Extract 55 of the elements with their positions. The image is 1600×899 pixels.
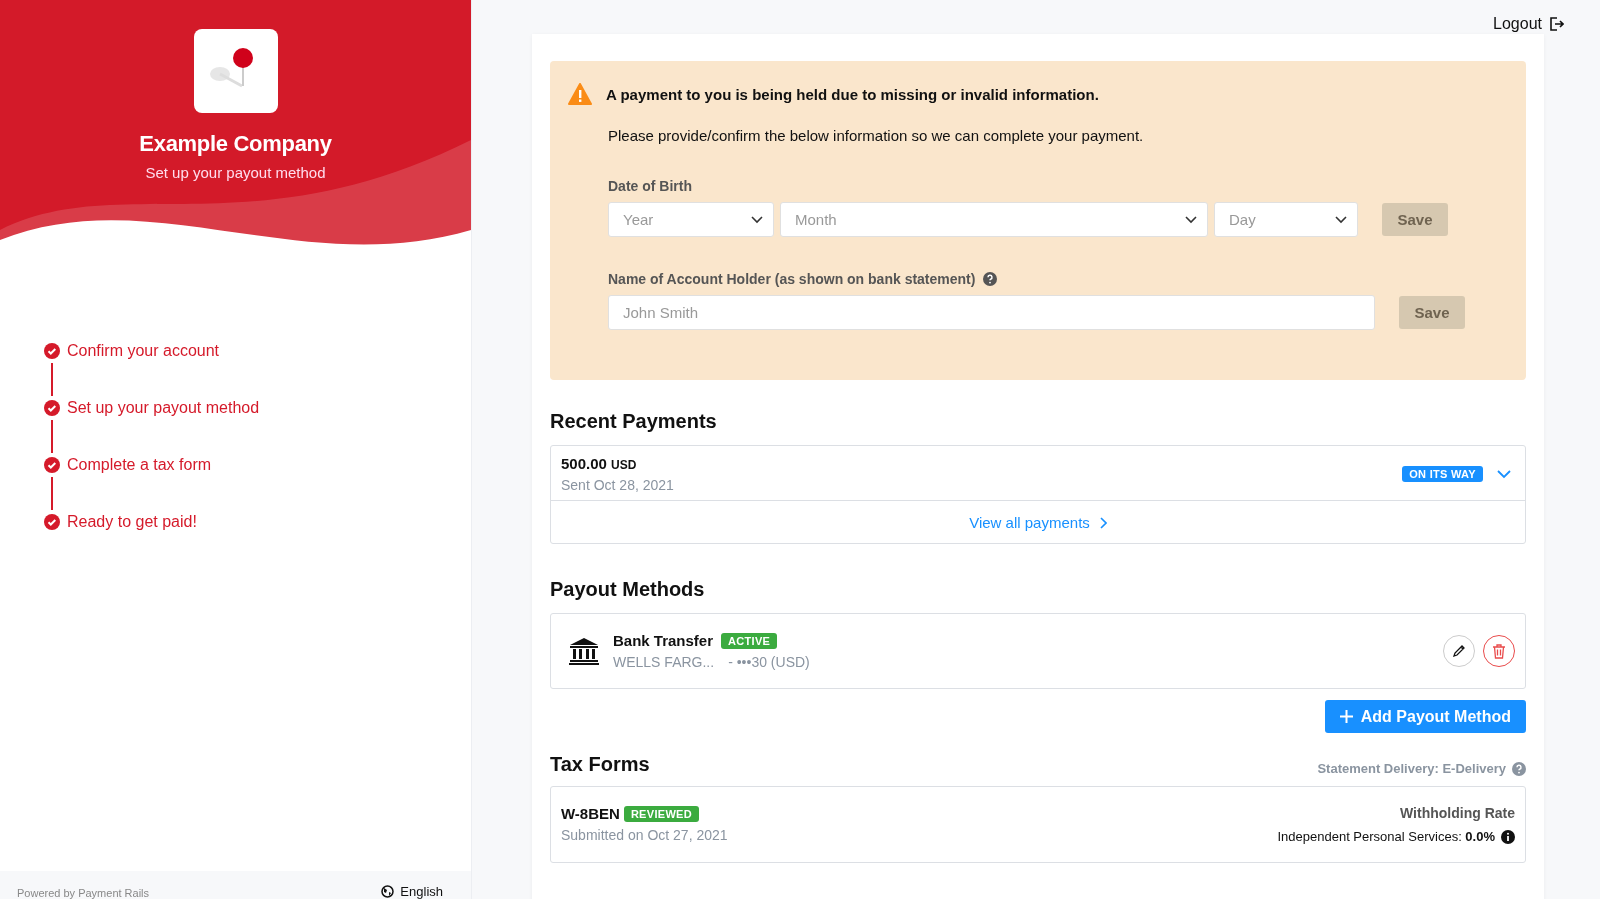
bank-name: WELLS FARG... — [613, 654, 715, 670]
pencil-icon — [1452, 644, 1466, 658]
dropdown[interactable]: Year — [608, 202, 774, 237]
subtitle: Set up your payout method — [145, 164, 326, 181]
help-icon[interactable] — [1512, 761, 1526, 776]
globe-icon — [381, 885, 395, 898]
warning-icon — [568, 83, 592, 105]
payment-date: Sent Oct 28, 2021 — [561, 477, 674, 493]
status-badge: REVIEWED — [623, 805, 699, 822]
step-label: Ready to get paid! — [67, 513, 197, 531]
edit-button[interactable] — [1443, 635, 1475, 667]
step-connector — [51, 420, 53, 453]
chevron-down-icon — [1335, 215, 1347, 224]
withholding-rate: Independent Personal Services: 0.0% — [1277, 829, 1495, 844]
chevron-down-icon — [1185, 215, 1197, 224]
statement-delivery: Statement Delivery: E-Delivery — [1317, 761, 1506, 776]
language-selector[interactable]: English — [381, 884, 443, 899]
account-number: - •••30 (USD) — [728, 654, 810, 670]
company-name: Example Company — [139, 131, 332, 157]
help-icon[interactable] — [983, 272, 998, 286]
bank-icon — [569, 637, 599, 665]
trash-icon — [1492, 643, 1506, 659]
logout-icon — [1548, 16, 1564, 32]
payment-amount: 500.00 USD — [561, 455, 638, 472]
section-title: Recent Payments — [550, 410, 718, 433]
chevron-down-icon[interactable] — [1497, 469, 1511, 479]
section-title: Tax Forms — [550, 753, 650, 776]
status-badge: ON ITS WAY — [1402, 466, 1483, 482]
field-label: Date of Birth — [608, 178, 693, 194]
delete-button[interactable] — [1483, 635, 1515, 667]
step-label: Set up your payout method — [67, 399, 260, 417]
powered-by-text: Powered by Payment Rails — [17, 887, 150, 899]
alert-title: A payment to you is being held due to missing or invalid information. — [606, 85, 1099, 103]
view-all-link[interactable]: View all payments — [551, 501, 1525, 543]
plus-icon — [1339, 710, 1353, 723]
step-connector — [51, 363, 53, 396]
method-name: Bank Transfer — [613, 632, 714, 649]
info-icon[interactable] — [1501, 829, 1515, 844]
section-title: Payout Methods — [550, 578, 706, 601]
add-payout-method-button[interactable]: Add Payout Method — [1324, 700, 1526, 733]
status-badge: ACTIVE — [721, 632, 778, 649]
chevron-down-icon — [751, 215, 763, 224]
dropdown[interactable]: Month — [780, 202, 1208, 237]
alert-message: Please provide/confirm the below information so we can complete your payment. — [608, 127, 1145, 144]
dropdown[interactable]: Day — [1214, 202, 1358, 237]
step-label: Confirm your account — [67, 342, 220, 360]
chevron-right-icon — [1099, 516, 1107, 529]
field-label: Name of Account Holder (as shown on bank statement) — [608, 271, 976, 287]
name-input-field[interactable]: John Smith — [608, 295, 1375, 330]
withholding-label: Withholding Rate — [1400, 805, 1515, 821]
logout-button[interactable]: Logout — [1493, 14, 1564, 34]
step-label: Complete a tax form — [67, 456, 212, 474]
form-name: W-8BEN — [561, 805, 620, 822]
step-connector — [51, 477, 53, 510]
submitted-date: Submitted on Oct 27, 2021 — [561, 827, 728, 843]
